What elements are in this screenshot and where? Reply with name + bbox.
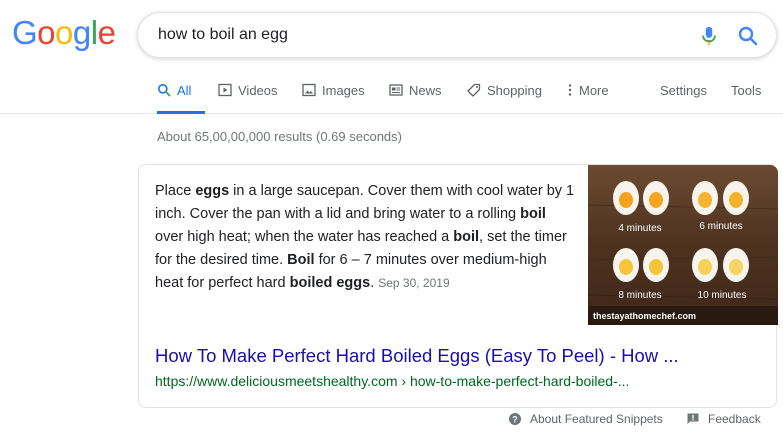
- about-featured-snippets[interactable]: ? About Featured Snippets: [508, 412, 663, 426]
- result-title-link[interactable]: How To Make Perfect Hard Boiled Eggs (Ea…: [155, 345, 679, 367]
- image-label-8min: 8 minutes: [618, 290, 661, 301]
- more-vert-icon: [568, 84, 572, 96]
- snippet-text: Place eggs in a large saucepan. Cover th…: [155, 183, 575, 291]
- tools-link[interactable]: Tools: [731, 72, 761, 114]
- featured-snippet: Place eggs in a large saucepan. Cover th…: [138, 164, 778, 408]
- tab-label: Images: [322, 83, 365, 98]
- search-icon: [158, 84, 171, 97]
- feedback-link[interactable]: Feedback: [686, 412, 761, 426]
- about-label: About Featured Snippets: [530, 412, 663, 426]
- snippet-image[interactable]: 4 minutes 6 minutes 8 minutes 10 minutes…: [588, 165, 778, 325]
- image-label-10min: 10 minutes: [698, 290, 747, 301]
- tab-videos[interactable]: Videos: [218, 72, 278, 114]
- tab-images[interactable]: Images: [302, 72, 365, 114]
- snippet-date: Sep 30, 2019: [378, 276, 450, 290]
- search-button[interactable]: [736, 24, 760, 48]
- microphone-icon[interactable]: [698, 24, 720, 48]
- help-icon: ?: [509, 413, 521, 425]
- tab-shopping[interactable]: Shopping: [467, 72, 542, 114]
- tab-more[interactable]: More: [567, 72, 609, 114]
- image-label-6min: 6 minutes: [699, 221, 742, 232]
- settings-link[interactable]: Settings: [660, 72, 707, 114]
- image-label-4min: 4 minutes: [618, 223, 661, 234]
- svg-text:?: ?: [512, 415, 518, 425]
- tab-label: Shopping: [487, 83, 542, 98]
- tab-label: All: [177, 83, 192, 98]
- search-tabs: All Videos Images News Shopping More Set…: [0, 72, 783, 114]
- result-url[interactable]: https://www.deliciousmeetshealthy.com › …: [155, 373, 629, 389]
- result-stats: About 65,00,00,000 results (0.69 seconds…: [157, 129, 402, 144]
- tools-label: Tools: [731, 83, 762, 98]
- tab-news[interactable]: News: [389, 72, 442, 114]
- google-logo[interactable]: Google: [12, 14, 116, 52]
- search-box: [137, 12, 777, 58]
- tab-all[interactable]: All: [157, 72, 205, 114]
- tag-icon: [467, 83, 481, 97]
- tab-label: Videos: [238, 83, 278, 98]
- search-results-page: Google All Videos Images N: [0, 0, 783, 438]
- newspaper-icon: [389, 84, 403, 96]
- feedback-icon: [687, 413, 699, 424]
- tab-label: More: [579, 83, 609, 98]
- feedback-label: Feedback: [708, 412, 761, 426]
- settings-label: Settings: [660, 83, 707, 98]
- play-icon: [218, 83, 232, 97]
- search-input[interactable]: [158, 13, 678, 57]
- image-watermark: thestayathomechef.com: [593, 311, 696, 321]
- tab-label: News: [409, 83, 442, 98]
- image-icon: [302, 83, 316, 97]
